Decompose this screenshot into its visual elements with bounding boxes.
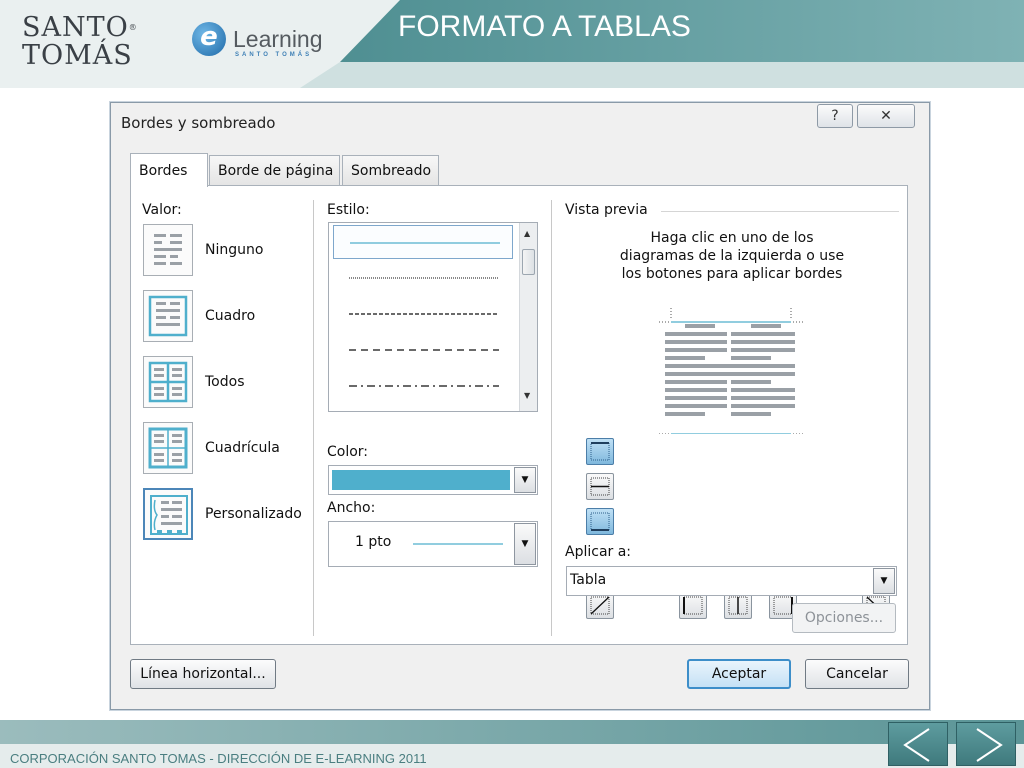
border-all-icon[interactable] [143,356,193,408]
elearning-logo-text: Learning [233,26,323,52]
setting-label-personalizado[interactable]: Personalizado [205,506,302,522]
divider [551,200,552,636]
setting-label-cuadricula[interactable]: Cuadrícula [205,440,280,456]
opciones-button[interactable]: Opciones... [792,603,896,633]
tab-sombreado[interactable]: Sombreado [342,155,439,186]
footer-text: CORPORACIÓN SANTO TOMAS - DIRECCIÓN DE E… [10,751,427,766]
border-grid-icon[interactable] [143,422,193,474]
preview-instructions-line2: diagramas de la izquierda o use [619,248,845,264]
left-border-icon[interactable] [679,592,707,619]
scroll-up-icon[interactable]: ▲ [524,229,530,238]
style-list-scrollbar[interactable]: ▲ ▼ [519,223,537,411]
estilo-label: Estilo: [327,202,370,218]
aplicar-a-label: Aplicar a: [565,544,632,560]
style-list[interactable]: ▲ ▼ [328,222,538,412]
next-slide-button[interactable] [956,722,1016,766]
elearning-logo-subtext: SANTO TOMÁS [235,52,313,58]
chevron-right-icon [976,728,1003,762]
scroll-down-icon[interactable]: ▼ [524,391,530,400]
footer-band [0,720,1024,744]
help-button[interactable]: ? [817,104,853,128]
logo-tomas-text: TOMÁS [22,40,133,71]
color-swatch [332,470,510,490]
setting-label-cuadro[interactable]: Cuadro [205,308,255,324]
style-dashed-fine[interactable] [333,297,513,331]
valor-label: Valor: [142,202,182,218]
border-box-icon[interactable] [143,290,193,342]
tab-borde-de-pagina[interactable]: Borde de página [209,155,340,186]
registered-mark: ® [128,23,138,32]
border-preview[interactable] [651,294,811,434]
aplicar-a-dropdown[interactable]: Tabla ▼ [566,566,897,596]
diagonal-up-border-icon[interactable] [586,592,614,619]
preview-instructions-line3: los botones para aplicar bordes [621,266,843,282]
ancho-value: 1 pto [355,534,392,550]
style-dashed[interactable] [333,333,513,367]
inside-horizontal-border-icon[interactable] [586,473,614,500]
dropdown-arrow-icon[interactable]: ▼ [514,523,536,565]
style-solid[interactable] [333,225,513,259]
top-border-icon[interactable] [586,438,614,465]
dropdown-arrow-icon[interactable]: ▼ [873,568,895,594]
logo-santo-text: SANTO [22,12,129,43]
linea-horizontal-button[interactable]: Línea horizontal... [130,659,276,689]
cancelar-button[interactable]: Cancelar [805,659,909,689]
santo-tomas-logo: SANTO® TOMÁS [22,14,138,70]
tab-bordes[interactable]: Bordes [130,153,208,187]
ancho-dropdown[interactable]: 1 pto ▼ [328,521,538,567]
dialog-title: Bordes y sombreado [121,114,276,132]
divider [313,200,314,636]
vista-previa-label: Vista previa [565,202,648,218]
aplicar-a-value: Tabla [570,572,607,588]
color-dropdown[interactable]: ▼ [328,465,538,495]
close-button[interactable]: ✕ [857,104,915,128]
setting-label-todos[interactable]: Todos [205,374,244,390]
bottom-border-icon[interactable] [586,508,614,535]
setting-label-ninguno[interactable]: Ninguno [205,242,263,258]
ancho-line-sample [413,543,503,545]
style-dotted[interactable] [333,261,513,295]
dropdown-arrow-icon[interactable]: ▼ [514,467,536,493]
border-custom-icon[interactable] [143,488,193,540]
ancho-label: Ancho: [327,500,376,516]
slide-title: FORMATO A TABLAS [398,10,691,43]
elearning-e-icon: e [192,22,226,56]
inside-vertical-border-icon[interactable] [724,592,752,619]
preview-instructions-line1: Haga clic en uno de los [650,230,814,246]
color-label: Color: [327,444,369,460]
style-dash-dot[interactable] [333,369,513,403]
borders-shading-dialog: Bordes y sombreado ? ✕ Bordes Borde de p… [110,102,930,710]
header-band-lower [300,62,1024,88]
aceptar-button[interactable]: Aceptar [687,659,791,689]
previous-slide-button[interactable] [888,722,948,766]
scroll-thumb[interactable] [522,249,535,275]
border-none-icon[interactable] [143,224,193,276]
chevron-left-icon [903,728,930,762]
slide: SANTO® TOMÁS e Learning SANTO TOMÁS FORM… [0,0,1024,768]
divider [661,211,899,212]
